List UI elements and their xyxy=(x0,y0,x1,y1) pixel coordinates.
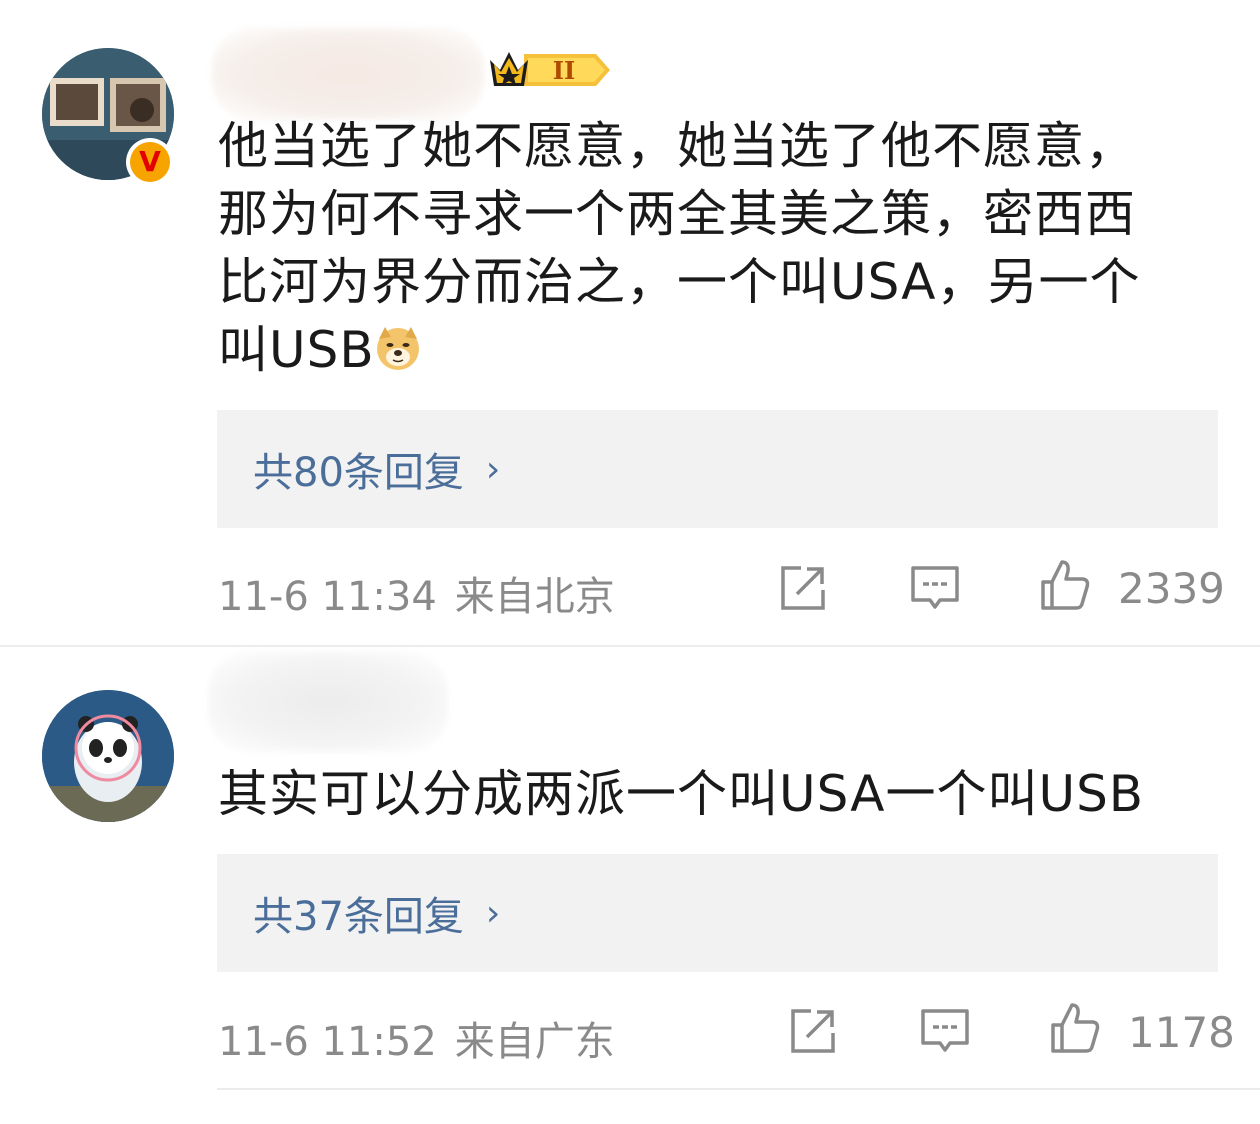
comment-icon[interactable] xyxy=(908,562,962,616)
comment-line: 那为何不寻求一个两全其美之策，密西西 xyxy=(218,185,1136,243)
divider xyxy=(217,1088,1260,1090)
replies-panel[interactable]: 共37条回复 › xyxy=(217,854,1218,972)
view-replies-link[interactable]: 共80条回复 › xyxy=(253,440,500,498)
chevron-right-icon: › xyxy=(485,448,501,490)
comment-item: 其实可以分成两派一个叫USA一个叫USB 共37条回复 › 11-6 11:52… xyxy=(0,647,1260,1089)
comment-time: 11-6 11:52 xyxy=(218,1019,437,1065)
chevron-right-icon: › xyxy=(485,892,501,934)
comment-location: 来自北京 xyxy=(454,574,615,620)
comment-text: 其实可以分成两派一个叫USA一个叫USB xyxy=(218,765,1145,823)
replies-count-label: 共80条回复 xyxy=(253,450,464,496)
doge-emoji xyxy=(376,327,419,370)
share-icon[interactable] xyxy=(775,562,829,616)
comment-line: 他当选了她不愿意，她当选了他不愿意， xyxy=(218,117,1136,175)
level-text: II xyxy=(553,56,575,85)
comment-line: 比河为界分而治之，一个叫USA，另一个 xyxy=(218,253,1141,311)
thumbs-up-icon[interactable] xyxy=(1038,558,1092,612)
crown-level-badge[interactable]: II xyxy=(484,44,614,96)
comment-time: 11-6 11:34 xyxy=(218,574,437,620)
comment-meta: 11-6 11:52 来自广东 xyxy=(218,1009,615,1067)
username-blurred[interactable] xyxy=(208,652,448,752)
comment-line: 叫USB xyxy=(218,321,375,379)
verified-badge: V xyxy=(126,138,174,186)
avatar-image xyxy=(42,690,174,822)
avatar[interactable] xyxy=(42,690,174,822)
comment-text: 他当选了她不愿意，她当选了他不愿意， 那为何不寻求一个两全其美之策，密西西 比河… xyxy=(218,112,1218,384)
like-count: 2339 xyxy=(1118,564,1225,613)
replies-panel[interactable]: 共80条回复 › xyxy=(217,410,1218,528)
username-blurred[interactable] xyxy=(212,28,484,120)
comment-item: V II 他当选了她不愿意，她当选了他不愿意， 那为何不寻求一个两全其美之策，密… xyxy=(0,0,1260,646)
share-icon[interactable] xyxy=(785,1005,839,1059)
comment-location: 来自广东 xyxy=(454,1019,615,1065)
comment-meta: 11-6 11:34 来自北京 xyxy=(218,564,615,622)
like-count: 1178 xyxy=(1128,1008,1235,1057)
comment-line-last: 叫USB xyxy=(218,316,1218,384)
view-replies-link[interactable]: 共37条回复 › xyxy=(253,884,500,942)
thumbs-up-icon[interactable] xyxy=(1048,1001,1102,1055)
replies-count-label: 共37条回复 xyxy=(253,894,464,940)
comment-icon[interactable] xyxy=(918,1005,972,1059)
